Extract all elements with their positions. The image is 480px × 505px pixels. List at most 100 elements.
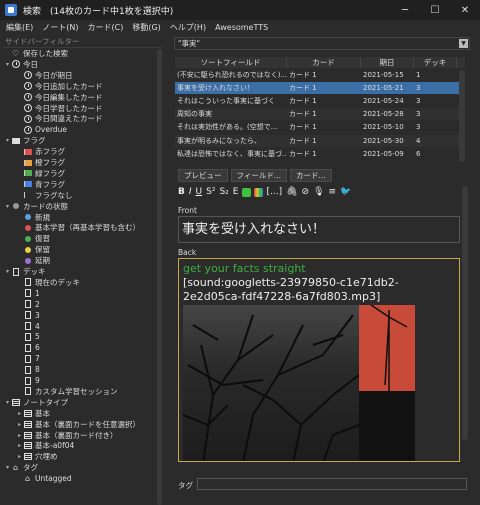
sidebar-item[interactable]: ▾ ⌂ タグ	[4, 462, 38, 473]
superscript-icon[interactable]: S²	[206, 187, 215, 197]
menu-icon[interactable]: ≡	[329, 187, 337, 197]
back-field[interactable]: get your facts straight [sound:googletts…	[178, 258, 460, 462]
flag-icon	[23, 158, 32, 167]
chevron-icon[interactable]: ▸	[16, 410, 23, 417]
sidebar-item[interactable]: 延期	[16, 255, 50, 266]
sidebar-item[interactable]: ⌂ Untagged	[16, 473, 72, 484]
tts-icon[interactable]: 🐦	[340, 187, 351, 197]
sidebar-item[interactable]: 今日編集したカード	[16, 92, 103, 103]
editor-scrollbar[interactable]	[462, 186, 468, 440]
chevron-icon[interactable]: ▸	[16, 421, 23, 428]
record-icon[interactable]: 🎙	[313, 187, 324, 197]
search-input[interactable]: "事実" ▼	[174, 37, 470, 50]
bold-icon[interactable]: B	[178, 187, 185, 197]
sidebar-item[interactable]: カスタム学習セッション	[16, 386, 118, 397]
sidebar-item[interactable]: ▸ 基本	[16, 408, 50, 419]
table-row[interactable]: (不安に駆られ恐れるのではなく)... カード 1 2021-05-15 1	[175, 69, 465, 81]
sidebar-item[interactable]: 1	[16, 288, 40, 299]
table-row[interactable]: 事実を受け入れなさい！ カード 1 2021-05-21 3	[175, 82, 465, 95]
sidebar-item[interactable]: ▾ フラグ	[4, 135, 46, 146]
sidebar-item[interactable]: 2	[16, 299, 40, 310]
table-scrollbar[interactable]	[459, 70, 465, 162]
sidebar-item[interactable]: 青フラグ	[16, 179, 65, 190]
menu-go[interactable]: 移動(G)	[132, 22, 160, 33]
sidebar-item[interactable]: 5	[16, 331, 40, 342]
chevron-icon[interactable]: ▾	[4, 203, 11, 210]
chevron-icon[interactable]: ▾	[4, 268, 11, 275]
table-row[interactable]: それはこういった事実に基づく カード 1 2021-05-24 3	[175, 95, 465, 107]
front-field[interactable]: 事実を受け入れなさい！	[178, 216, 460, 243]
sidebar-item[interactable]: フラグなし	[16, 190, 73, 201]
table-row[interactable]: それは実効性がある。(空想で... カード 1 2021-05-10 3	[175, 121, 465, 133]
column-sort-field[interactable]: ソートフィールド	[175, 57, 287, 68]
sidebar-item[interactable]: ▸ 基本-a0f04	[16, 440, 74, 451]
tag-input[interactable]	[197, 478, 467, 490]
highlight-color-icon[interactable]	[254, 187, 264, 197]
subscript-icon[interactable]: S₂	[219, 187, 228, 197]
chevron-icon[interactable]: ▸	[16, 432, 23, 439]
menu-note[interactable]: ノート(N)	[42, 22, 78, 33]
minimize-icon[interactable]: ─	[390, 0, 420, 20]
table-row[interactable]: 事実が明るみになったら、 カード 1 2021-05-30 4	[175, 134, 465, 147]
menu-card[interactable]: カード(C)	[88, 22, 124, 33]
chevron-down-icon[interactable]: ▼	[459, 39, 468, 48]
sidebar-item[interactable]: 橙フラグ	[16, 157, 65, 168]
sidebar-item[interactable]: 赤フラグ	[16, 146, 65, 157]
sidebar-item[interactable]: 保留	[16, 244, 50, 255]
sidebar-item[interactable]: 9	[16, 375, 40, 386]
italic-icon[interactable]: I	[189, 187, 192, 197]
chevron-icon[interactable]: ▸	[16, 453, 23, 460]
sidebar-item[interactable]: ▸ 穴埋め	[16, 451, 58, 462]
chevron-icon[interactable]: ▾	[4, 399, 11, 406]
sidebar-item[interactable]: 今日学習したカード	[16, 103, 103, 114]
sidebar-item[interactable]: ▾ デッキ	[4, 266, 46, 277]
preview-button[interactable]: プレビュー	[178, 169, 228, 182]
chevron-icon[interactable]: ▾	[4, 61, 11, 68]
sidebar-item[interactable]: ▸ 基本（裏面カード付き）	[16, 430, 118, 441]
sidebar-item[interactable]: ▾ 今日	[4, 59, 38, 70]
link-icon[interactable]: ⊘	[302, 187, 310, 197]
underline-icon[interactable]: U	[196, 187, 203, 197]
cards-button[interactable]: カード...	[290, 169, 332, 182]
column-due[interactable]: 期日	[361, 57, 414, 68]
sidebar-item[interactable]: ▾ カードの状態	[4, 201, 68, 212]
sidebar-item[interactable]: Overdue	[16, 124, 67, 135]
table-row[interactable]: 周知の事実 カード 1 2021-05-28 3	[175, 108, 465, 121]
sidebar-filter-input[interactable]: サイドバーフィルター	[3, 35, 161, 48]
sidebar-item[interactable]: 4	[16, 321, 40, 332]
menu-edit[interactable]: 編集(E)	[6, 22, 33, 33]
menu-help[interactable]: ヘルプ(H)	[170, 22, 206, 33]
menu-awesometts[interactable]: AwesomeTTS	[215, 23, 268, 32]
sidebar-splitter[interactable]	[164, 34, 172, 505]
sidebar-item[interactable]: 基本学習（再基本学習も含む）	[16, 222, 140, 233]
sidebar-item[interactable]: 6	[16, 342, 40, 353]
sidebar-item[interactable]: 復習	[16, 233, 50, 244]
sidebar-item[interactable]: 現在のデッキ	[16, 277, 80, 288]
chevron-icon[interactable]: ▾	[4, 137, 11, 144]
sidebar-item[interactable]: 7	[16, 353, 40, 364]
attach-icon[interactable]: 🖇	[286, 187, 297, 197]
close-icon[interactable]: ✕	[450, 0, 480, 20]
sidebar-scrollbar[interactable]	[157, 49, 162, 505]
column-deck[interactable]: デッキ	[414, 57, 457, 68]
table-row[interactable]: 私達は恐怖ではなく、事実に基づ... カード 1 2021-05-09 6	[175, 148, 465, 160]
sidebar-item[interactable]: ▾ ノートタイプ	[4, 397, 68, 408]
chevron-icon[interactable]: ▾	[4, 464, 11, 471]
fields-button[interactable]: フィールド...	[230, 169, 288, 182]
maximize-icon[interactable]: ☐	[420, 0, 450, 20]
sidebar-item[interactable]: 緑フラグ	[16, 168, 65, 179]
table-cell: 2021-05-30	[363, 136, 404, 145]
sidebar-item[interactable]: 今日間違えたカード	[16, 113, 103, 124]
sidebar-item[interactable]: 今日追加したカード	[16, 81, 103, 92]
text-color-icon[interactable]	[242, 187, 252, 197]
sidebar-item[interactable]: 新規	[16, 212, 50, 223]
sidebar-item[interactable]: 3	[16, 310, 40, 321]
sidebar-item[interactable]: ▸ 基本（裏面カードを任意選択）	[16, 419, 140, 430]
chevron-icon[interactable]: ▸	[16, 442, 23, 449]
sidebar-item[interactable]: 今日が期日	[16, 70, 73, 81]
sidebar-item[interactable]: ♡ 保存した検索	[4, 48, 68, 59]
clear-format-icon[interactable]: Ε	[233, 187, 239, 197]
cloze-icon[interactable]: [...]	[266, 187, 282, 197]
sidebar-item[interactable]: 8	[16, 364, 40, 375]
column-card[interactable]: カード	[287, 57, 361, 68]
